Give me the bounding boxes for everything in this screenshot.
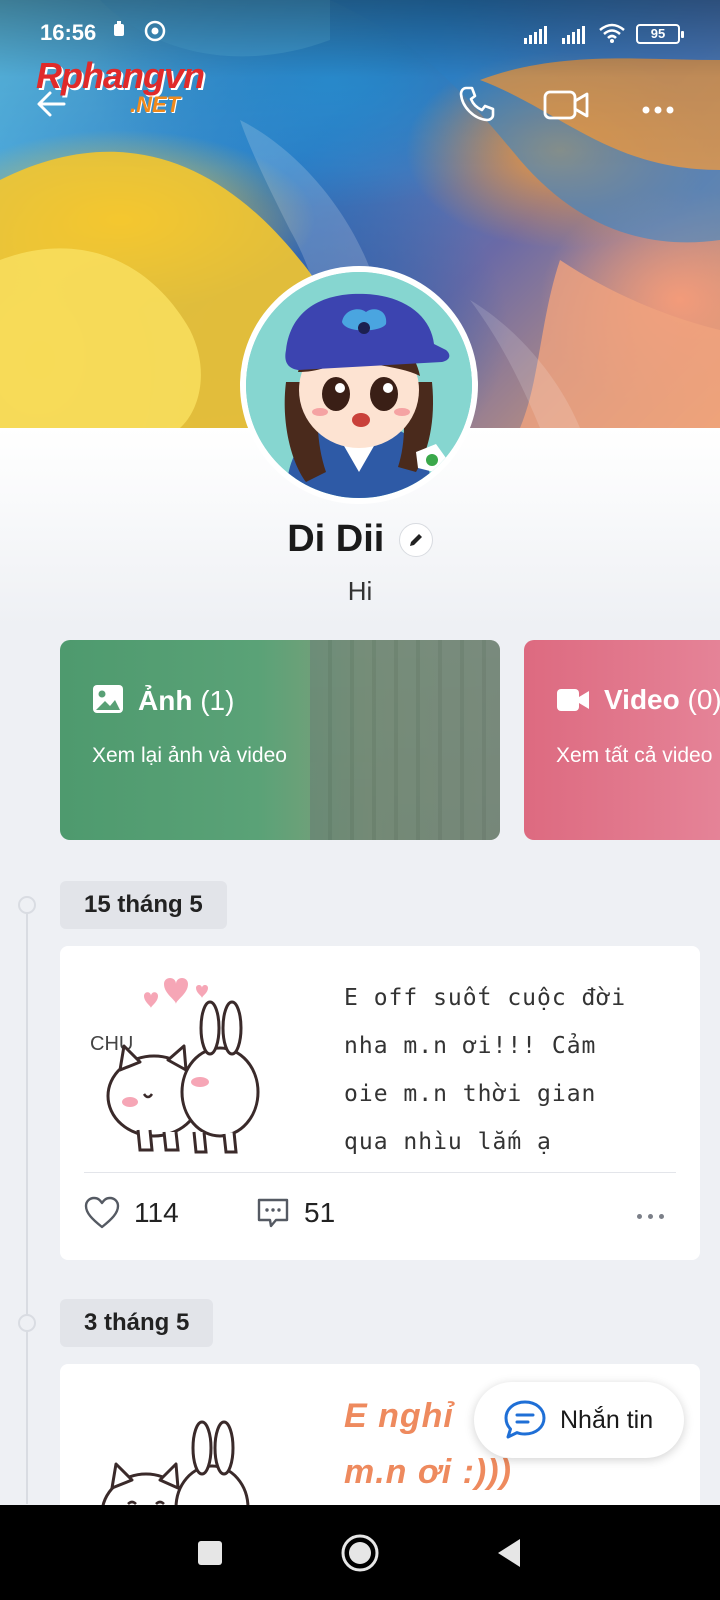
videos-card-subtitle: Xem tất cả video bbox=[556, 744, 713, 767]
back-button[interactable] bbox=[30, 82, 74, 126]
timeline-dot bbox=[18, 896, 36, 914]
avatar-illustration bbox=[246, 272, 472, 498]
wifi-icon bbox=[598, 22, 626, 50]
post-actions: 114 51 bbox=[60, 1182, 700, 1252]
photos-card-subtitle: Xem lại ảnh và video bbox=[92, 744, 287, 767]
photos-card-title: Ảnh (1) bbox=[92, 684, 234, 717]
sticker-image: CHU bbox=[90, 978, 260, 1154]
pencil-icon bbox=[409, 533, 422, 546]
heart-icon bbox=[84, 1196, 120, 1229]
more-button[interactable] bbox=[636, 82, 684, 126]
chat-bubble-icon bbox=[504, 1400, 546, 1439]
avatar[interactable] bbox=[240, 266, 478, 504]
back-nav-button[interactable] bbox=[488, 1531, 532, 1575]
comment-icon bbox=[257, 1198, 289, 1228]
status-bar: 16:56 95 bbox=[0, 0, 720, 62]
call-button[interactable] bbox=[454, 82, 502, 126]
post-divider bbox=[84, 1172, 676, 1173]
top-action-bar bbox=[0, 72, 720, 132]
post-more-button[interactable] bbox=[637, 1214, 664, 1219]
timeline-dot-2 bbox=[18, 1314, 36, 1332]
video-call-button[interactable] bbox=[542, 82, 590, 126]
triangle-back-icon bbox=[498, 1539, 520, 1567]
status-time: 16:56 bbox=[40, 20, 97, 45]
more-dots-icon bbox=[642, 106, 674, 114]
photos-card[interactable]: Ảnh (1) Xem lại ảnh và video bbox=[60, 640, 500, 840]
signal-icon-2 bbox=[562, 24, 585, 44]
like-count: 114 bbox=[134, 1197, 179, 1228]
photo-preview bbox=[310, 640, 500, 840]
profile-bio: Hi bbox=[347, 576, 373, 606]
post-text: E off suốt cuộc đời nha m.n ơi!!! Cảm oi… bbox=[344, 985, 627, 1155]
recents-button[interactable] bbox=[188, 1531, 232, 1575]
video-icon bbox=[557, 689, 589, 711]
image-icon bbox=[93, 685, 123, 713]
date-label-2: 3 tháng 5 bbox=[60, 1299, 214, 1347]
post-card[interactable]: CHU E off suốt cuộc đời nha m.n ơi!!! Cả… bbox=[60, 946, 700, 1260]
videos-card[interactable]: Video (0) Xem tất cả video bbox=[524, 640, 720, 840]
video-camera-icon bbox=[543, 90, 589, 120]
profile-name: Di Dii bbox=[287, 518, 385, 560]
videos-card-title: Video (0) bbox=[556, 684, 720, 716]
home-button[interactable] bbox=[338, 1531, 382, 1575]
phone-icon bbox=[459, 86, 495, 122]
comment-count: 51 bbox=[304, 1197, 336, 1228]
home-circle-icon bbox=[341, 1534, 379, 1572]
battery-indicator: 95 bbox=[636, 24, 684, 44]
like-button[interactable]: 114 bbox=[84, 1196, 179, 1230]
message-button[interactable]: Nhắn tin bbox=[474, 1382, 684, 1458]
comment-button[interactable]: 51 bbox=[256, 1196, 335, 1230]
sync-icon bbox=[144, 20, 166, 48]
profile-name-row: Di Dii bbox=[0, 518, 720, 561]
notification-icon bbox=[112, 20, 128, 46]
system-nav-bar bbox=[0, 1505, 720, 1600]
date-label: 15 tháng 5 bbox=[60, 881, 227, 929]
back-arrow-icon bbox=[37, 91, 66, 117]
timeline-line bbox=[26, 904, 28, 1504]
square-icon bbox=[198, 1541, 222, 1565]
edit-name-button[interactable] bbox=[398, 522, 433, 557]
message-button-label: Nhắn tin bbox=[560, 1405, 654, 1434]
signal-icon bbox=[524, 24, 547, 44]
